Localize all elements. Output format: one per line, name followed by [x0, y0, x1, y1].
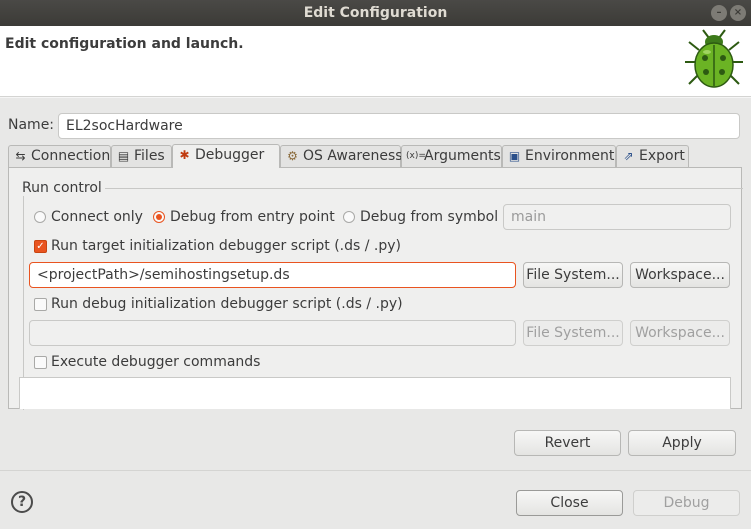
- target-init-script-input[interactable]: <projectPath>/semihostingsetup.ds: [29, 262, 516, 288]
- debug-init-file-system-button[interactable]: File System...: [523, 320, 623, 346]
- run-control-label: Run control: [22, 180, 105, 196]
- debugger-commands-textarea[interactable]: [19, 377, 731, 409]
- close-window-icon[interactable]: ×: [730, 5, 746, 21]
- tab-debugger-label: Debugger: [195, 147, 265, 163]
- window-titlebar: Edit Configuration – ×: [0, 0, 751, 26]
- tab-arguments-label: Arguments: [424, 148, 501, 164]
- tab-os-awareness-label: OS Awareness: [303, 148, 403, 164]
- footer-separator: [0, 470, 751, 471]
- debug-init-checkbox[interactable]: [34, 298, 47, 311]
- header-separator: [0, 96, 751, 98]
- dialog-header-title: Edit configuration and launch.: [5, 36, 244, 52]
- tab-connection[interactable]: ⇆ Connection: [8, 145, 111, 167]
- debug-entry-point-radio[interactable]: [153, 211, 165, 223]
- tab-files-label: Files: [134, 148, 165, 164]
- tab-bar: ⇆ Connection ▤ Files ✱ Debugger ⚙ OS Awa…: [8, 144, 742, 168]
- debug-bug-icon: [685, 29, 743, 88]
- revert-button[interactable]: Revert: [514, 430, 621, 456]
- tab-environment-label: Environment: [525, 148, 615, 164]
- target-init-workspace-button[interactable]: Workspace...: [630, 262, 730, 288]
- name-label: Name:: [8, 117, 55, 133]
- debug-button[interactable]: Debug: [633, 490, 740, 516]
- tab-export[interactable]: ⇗ Export: [616, 145, 689, 167]
- target-init-label: Run target initialization debugger scrip…: [51, 238, 402, 254]
- tab-files[interactable]: ▤ Files: [111, 145, 172, 167]
- execute-commands-label: Execute debugger commands: [51, 354, 261, 370]
- tab-arguments[interactable]: (x)= Arguments: [401, 145, 502, 167]
- window-title: Edit Configuration: [303, 5, 448, 21]
- debug-entry-point-label: Debug from entry point: [170, 209, 335, 225]
- export-icon: ⇗: [623, 149, 634, 163]
- tab-export-label: Export: [639, 148, 685, 164]
- connection-icon: ⇆: [15, 149, 26, 163]
- debugger-icon: ✱: [179, 148, 190, 162]
- target-init-file-system-button[interactable]: File System...: [523, 262, 623, 288]
- symbol-input[interactable]: main: [503, 204, 731, 230]
- help-icon[interactable]: ?: [11, 491, 33, 513]
- os-awareness-icon: ⚙: [287, 149, 298, 163]
- debug-init-label: Run debug initialization debugger script…: [51, 296, 403, 312]
- minimize-icon[interactable]: –: [711, 5, 727, 21]
- debug-from-symbol-radio[interactable]: [343, 211, 355, 223]
- name-input[interactable]: EL2socHardware: [58, 113, 740, 139]
- debug-from-symbol-label: Debug from symbol: [360, 209, 499, 225]
- tab-connection-label: Connection: [31, 148, 111, 164]
- connect-only-radio[interactable]: [34, 211, 46, 223]
- debug-init-workspace-button[interactable]: Workspace...: [630, 320, 730, 346]
- files-icon: ▤: [117, 149, 130, 163]
- target-init-checkbox[interactable]: ✓: [34, 240, 47, 253]
- debug-init-script-input[interactable]: [29, 320, 516, 346]
- tab-debugger[interactable]: ✱ Debugger: [172, 144, 280, 168]
- apply-button[interactable]: Apply: [628, 430, 736, 456]
- execute-commands-checkbox[interactable]: [34, 356, 47, 369]
- tab-os-awareness[interactable]: ⚙ OS Awareness: [280, 145, 403, 167]
- connect-only-label: Connect only: [51, 209, 143, 225]
- tab-environment[interactable]: ▣ Environment: [502, 145, 616, 167]
- arguments-icon: (x)=: [406, 151, 426, 161]
- close-button[interactable]: Close: [516, 490, 623, 516]
- dialog-header: Edit configuration and launch.: [0, 26, 751, 96]
- environment-icon: ▣: [508, 149, 521, 163]
